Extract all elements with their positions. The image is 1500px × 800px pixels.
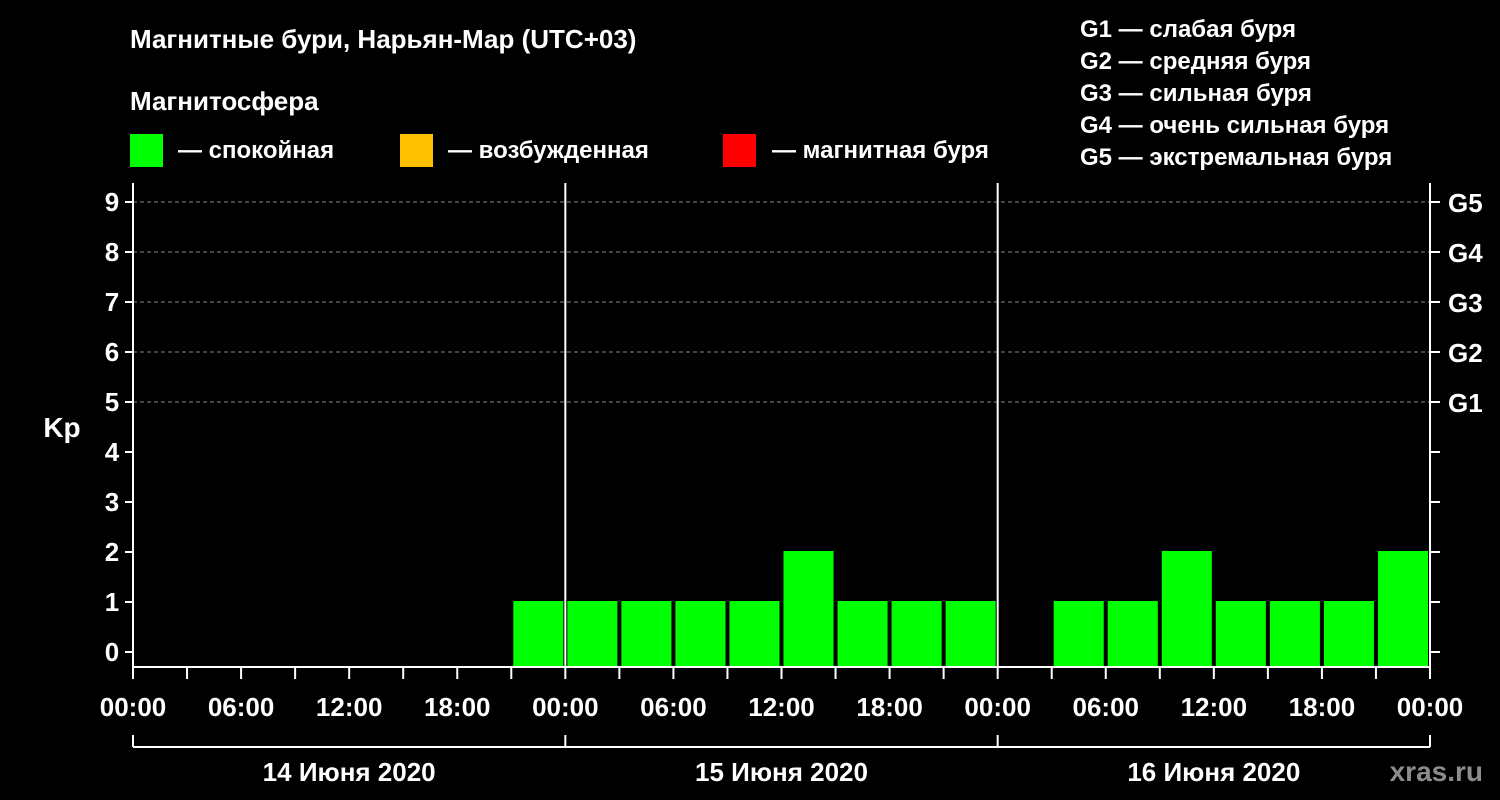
- legend-swatch: [130, 134, 163, 167]
- g-scale-label: G4: [1448, 238, 1483, 268]
- y-axis-label: Kp: [43, 412, 80, 443]
- g-scale-label: G1: [1448, 388, 1483, 418]
- kp-bar: [1215, 601, 1266, 667]
- day-label: 15 Июня 2020: [695, 757, 868, 787]
- y-tick-label: 8: [105, 237, 119, 267]
- g-scale-label: G5: [1448, 188, 1483, 218]
- y-tick-label: 9: [105, 187, 119, 217]
- g-scale-label: G3: [1448, 288, 1483, 318]
- kp-bar: [729, 601, 780, 667]
- kp-bar: [783, 551, 834, 667]
- bars: [513, 551, 1428, 667]
- kp-bar: [1323, 601, 1374, 667]
- y-tick-label: 0: [105, 637, 119, 667]
- kp-bar: [891, 601, 942, 667]
- kp-bar: [1161, 551, 1212, 667]
- watermark: xras.ru: [1390, 756, 1483, 787]
- storm-scale-legend: G1 — слабая буря G2 — средняя буря G3 — си…: [1080, 16, 1392, 171]
- x-tick-label: 18:00: [856, 692, 923, 722]
- grid-lines: [133, 201, 1430, 403]
- x-tick-label: 06:00: [640, 692, 707, 722]
- x-tick-label: 18:00: [1289, 692, 1356, 722]
- storm-scale-item: G2 — средняя буря: [1080, 48, 1311, 75]
- y-tick-label: 1: [105, 587, 119, 617]
- x-tick-label: 12:00: [748, 692, 815, 722]
- x-tick-label: 00:00: [1397, 692, 1464, 722]
- y-tick-label: 5: [105, 387, 119, 417]
- kp-chart: Магнитные бури, Нарьян-Мар (UTC+03) Магн…: [43, 16, 1483, 787]
- kp-bar: [1377, 551, 1428, 667]
- kp-bar: [945, 601, 996, 667]
- chart-title: Магнитные бури, Нарьян-Мар (UTC+03): [130, 24, 636, 54]
- y-tick-label: 2: [105, 537, 119, 567]
- storm-scale-item: G3 — сильная буря: [1080, 80, 1312, 107]
- kp-bar: [837, 601, 888, 667]
- legend-label: — спокойная: [178, 137, 334, 164]
- storm-scale-item: G5 — экстремальная буря: [1080, 144, 1392, 171]
- x-tick-label: 06:00: [1073, 692, 1140, 722]
- storm-scale-item: G1 — слабая буря: [1080, 16, 1296, 43]
- kp-bar: [1107, 601, 1158, 667]
- x-tick-label: 12:00: [1181, 692, 1248, 722]
- x-tick-label: 18:00: [424, 692, 491, 722]
- x-tick-label: 00:00: [100, 692, 167, 722]
- x-tick-label: 06:00: [208, 692, 275, 722]
- legend: — спокойная — возбужденная — магнитная бур…: [130, 134, 989, 167]
- kp-bar: [621, 601, 672, 667]
- g-scale-label: G2: [1448, 338, 1483, 368]
- y-tick-label: 3: [105, 487, 119, 517]
- kp-bar: [675, 601, 726, 667]
- x-tick-label: 00:00: [964, 692, 1031, 722]
- kp-bar: [1269, 601, 1320, 667]
- kp-bar: [513, 601, 564, 667]
- axes: 0 1 2 3 4 5 6 7 8 9 G1 G2 G3 G4 G5 00:00 06:00 12:00 18:00…: [100, 183, 1483, 787]
- y-tick-label: 4: [105, 437, 120, 467]
- day-label: 16 Июня 2020: [1127, 757, 1300, 787]
- y-tick-label: 6: [105, 337, 119, 367]
- storm-scale-item: G4 — очень сильная буря: [1080, 112, 1389, 139]
- y-tick-label: 7: [105, 287, 119, 317]
- x-tick-label: 00:00: [532, 692, 599, 722]
- legend-label: — магнитная буря: [772, 137, 989, 164]
- legend-swatch: [400, 134, 433, 167]
- legend-title: Магнитосфера: [130, 86, 319, 116]
- legend-label: — возбужденная: [448, 137, 649, 164]
- kp-bar: [567, 601, 618, 667]
- kp-bar: [1053, 601, 1104, 667]
- day-label: 14 Июня 2020: [263, 757, 436, 787]
- x-tick-label: 12:00: [316, 692, 383, 722]
- legend-swatch: [723, 134, 756, 167]
